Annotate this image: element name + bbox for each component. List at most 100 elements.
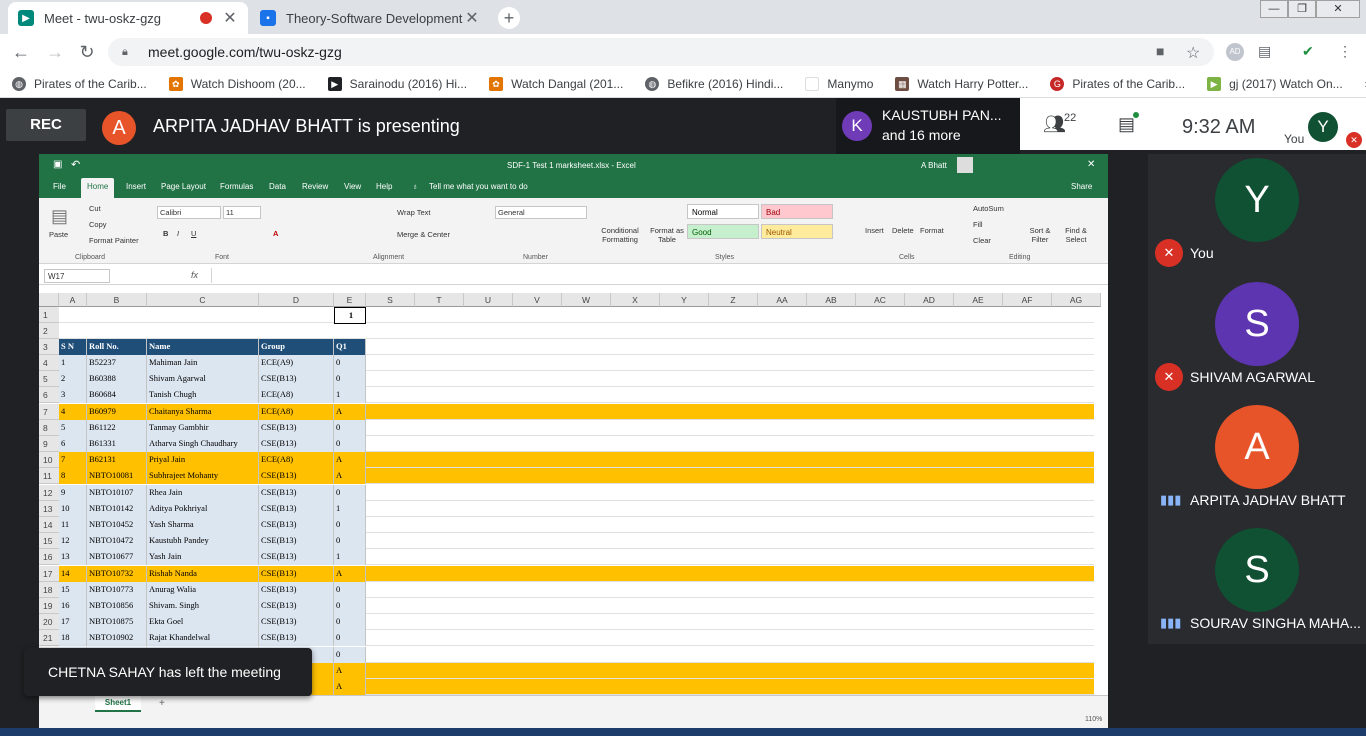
italic-icon: I — [177, 229, 180, 238]
cell-name: Kaustubh Pandey — [147, 533, 259, 550]
save-icon: ▣ — [53, 159, 63, 170]
formula-input — [211, 268, 1101, 283]
close-tab-icon[interactable]: ✕ — [464, 8, 480, 28]
paste-label: Paste — [49, 230, 69, 239]
address-bar[interactable]: 🔒︎ meet.google.com/twu-oskz-gzg — [108, 38, 1214, 66]
header-roll: Roll No. — [87, 339, 147, 355]
column-header: AB — [807, 293, 856, 307]
row-number: 8 — [39, 419, 59, 436]
shield-icon[interactable]: ✔ — [1302, 43, 1314, 60]
close-tab-icon[interactable]: ✕ — [222, 8, 238, 28]
participant-avatar[interactable]: Y — [1215, 158, 1299, 242]
excel-status-bar: 110% — [39, 713, 1108, 728]
tab-meet[interactable]: ▶ Meet - twu-oskz-gzg ✕ — [8, 2, 248, 34]
cell-sn: 18 — [59, 630, 87, 647]
bookmark-item[interactable]: ◍ Befikre (2016) Hindi... — [645, 76, 783, 91]
column-header: U — [464, 293, 513, 307]
bold-icon: B — [163, 229, 169, 238]
bookmark-star-icon[interactable]: ☆ — [1186, 43, 1200, 63]
row-number: 5 — [39, 371, 59, 388]
close-window-button[interactable]: ✕ — [1316, 0, 1360, 18]
reload-icon[interactable]: ↻ — [76, 42, 98, 63]
cell-group: CSE(B13) — [259, 630, 334, 647]
row-number: 21 — [39, 630, 59, 647]
table-row: 13 NBTO10677 Yash Jain CSE(B13) 1 — [59, 549, 1094, 566]
bookmark-item[interactable]: ▶ Sarainodu (2016) Hi... — [327, 76, 467, 91]
bookmark-item[interactable]: ◍ Pirates of the Carib... — [12, 76, 147, 91]
cell-q1: 0 — [334, 436, 366, 452]
participant-avatar[interactable]: A — [1215, 405, 1299, 489]
find-select-label: Find & Select — [1065, 226, 1087, 244]
cell-group: CSE(B13) — [259, 484, 334, 501]
self-avatar[interactable]: Y — [1308, 112, 1338, 142]
bookmark-label: gj (2017) Watch On... — [1229, 76, 1343, 91]
bookmark-item[interactable]: ▦ Watch Harry Potter... — [895, 76, 1028, 91]
back-icon[interactable]: ← — [10, 42, 32, 63]
bookmark-item[interactable]: ✿ Watch Dishoom (20... — [168, 76, 306, 91]
people-icon[interactable]: 👥︎ — [1043, 114, 1066, 135]
speaking-indicator-icon: ▮▮▮ — [1160, 492, 1182, 507]
extension-icon[interactable]: ▤ — [1258, 43, 1271, 60]
conditional-formatting-label: Conditional Formatting — [601, 226, 639, 244]
forward-icon[interactable]: → — [44, 42, 66, 63]
table-header-row: S N Roll No. Name Group Q1 — [59, 339, 1094, 355]
cell-name: Yash Sharma — [147, 517, 259, 533]
user-avatar-icon — [957, 157, 973, 173]
cell-q1: 0 — [334, 614, 366, 631]
profile-avatar[interactable]: AD — [1226, 43, 1244, 61]
participant-name: ARPITA JADHAV BHATT — [1190, 492, 1346, 508]
cell-group: ECE(A8) — [259, 387, 334, 404]
tab-classroom[interactable]: ▪ Theory-Software Development F... ✕ — [250, 2, 490, 34]
sheet-tab-bar: Sheet1 + — [39, 695, 1108, 713]
cell-group: CSE(B13) — [259, 468, 334, 485]
new-tab-button[interactable]: + — [498, 7, 520, 29]
column-header: E — [334, 293, 366, 307]
font-name-box: Calibri — [157, 206, 221, 219]
cell-group: CSE(B13) — [259, 598, 334, 614]
bookmark-label: Watch Dishoom (20... — [190, 76, 306, 91]
minimize-button[interactable]: — — [1260, 0, 1288, 18]
menu-icon[interactable]: ⋮ — [1338, 43, 1352, 60]
cell-group: CSE(B13) — [259, 581, 334, 598]
cell-roll: NBTO10452 — [87, 517, 147, 533]
sort-filter-label: Sort & Filter — [1029, 226, 1051, 244]
maximize-button[interactable]: ❐ — [1288, 0, 1316, 18]
table-row: 3 B60684 Tanish Chugh ECE(A8) 1 — [59, 387, 1094, 404]
fill-label: Fill — [973, 220, 983, 229]
bookmark-item[interactable]: G Pirates of the Carib... — [1050, 76, 1185, 91]
participant-avatar[interactable]: S — [1215, 528, 1299, 612]
underline-icon: U — [191, 229, 197, 238]
cell-roll: B61331 — [87, 436, 147, 452]
bookmark-item[interactable]: ▶ gj (2017) Watch On... — [1207, 76, 1343, 91]
bookmark-item[interactable]: Manymo — [805, 76, 873, 91]
presenter-avatar: A — [102, 111, 136, 145]
ribbon-tab: Review — [302, 182, 329, 191]
cell-name: Priyal Jain — [147, 452, 259, 469]
row-number: 3 — [39, 339, 59, 355]
column-header: Z — [709, 293, 758, 307]
row-number: 16 — [39, 549, 59, 566]
cell-name: Rishab Nanda — [147, 565, 259, 582]
cell-q1: 0 — [334, 371, 366, 388]
lock-icon: 🔒︎ — [122, 45, 128, 58]
cell-sn: 4 — [59, 403, 87, 420]
chat-icon[interactable]: ▤ — [1118, 114, 1135, 135]
fx-icon: fx — [191, 270, 199, 280]
cell-sn: 2 — [59, 371, 87, 388]
recording-dot-icon — [200, 12, 212, 24]
cell-name: Yash Jain — [147, 549, 259, 566]
column-header: A — [59, 293, 87, 307]
bookmark-item[interactable]: ✿ Watch Dangal (201... — [489, 76, 623, 91]
cell-name: Tanish Chugh — [147, 387, 259, 404]
number-format-box: General — [495, 206, 587, 219]
participant-avatar[interactable]: S — [1215, 282, 1299, 366]
table-row: 4 B60979 Chaitanya Sharma ECE(A8) A — [59, 403, 1094, 420]
excel-ribbon-tabs: File Home Insert Page Layout Formulas Da… — [39, 176, 1108, 198]
cell-group: CSE(B13) — [259, 371, 334, 388]
cell-sn: 1 — [59, 355, 87, 371]
row-number: 1 — [39, 307, 59, 323]
cell-q1: A — [334, 679, 366, 695]
cell-q1: 0 — [334, 517, 366, 533]
camera-icon[interactable]: ■ — [1156, 43, 1164, 59]
excel-close-icon: ✕ — [1087, 159, 1096, 170]
